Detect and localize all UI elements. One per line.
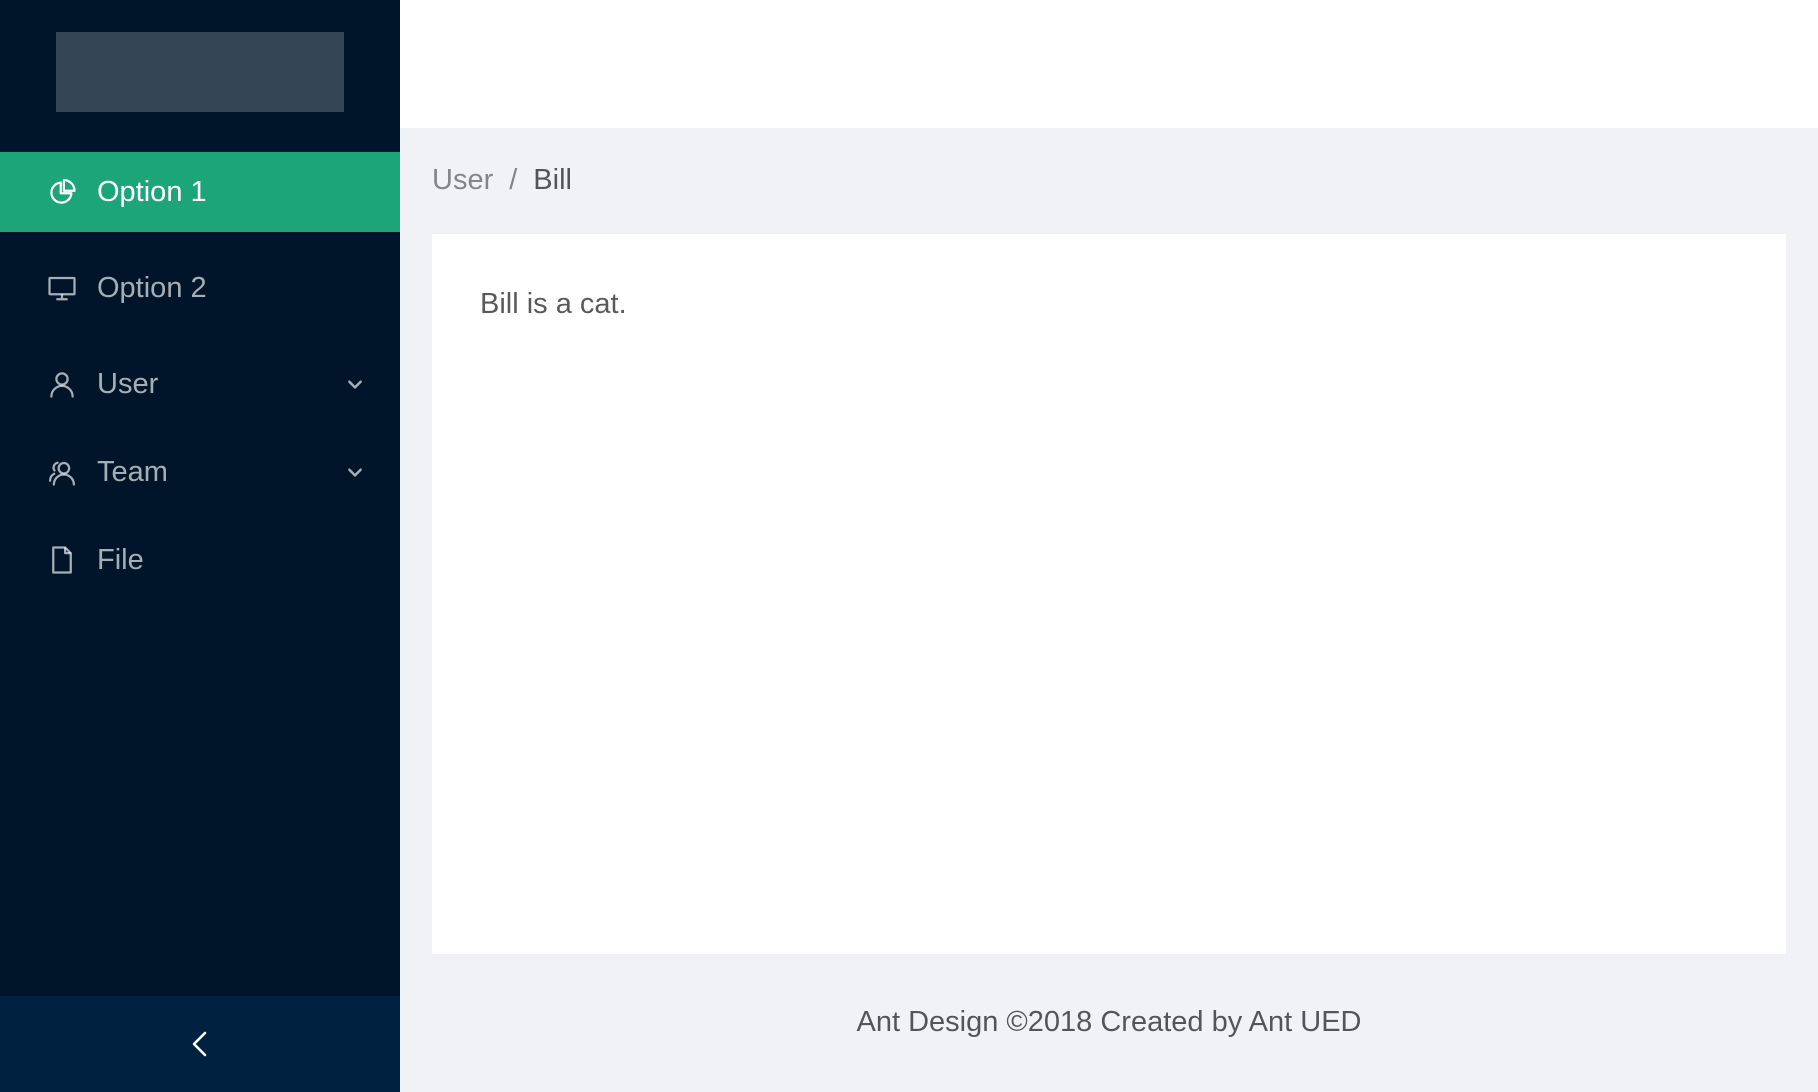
header	[400, 0, 1818, 128]
chevron-down-icon	[348, 380, 362, 389]
breadcrumb-item-user[interactable]: User	[432, 164, 493, 197]
logo-placeholder	[56, 32, 344, 112]
team-icon	[47, 457, 77, 487]
sidebar: Option 1 Option 2 User Team File	[0, 0, 400, 1092]
user-icon	[47, 369, 77, 399]
chevron-down-icon	[348, 468, 362, 477]
pie-chart-icon	[47, 177, 77, 207]
sidebar-menu: Option 1 Option 2 User Team File	[0, 152, 400, 600]
content-text: Bill is a cat.	[480, 288, 627, 320]
desktop-icon	[47, 273, 77, 303]
sidebar-item-label: File	[97, 543, 144, 576]
app-layout: Option 1 Option 2 User Team File User / …	[0, 0, 1818, 1092]
footer-text: Ant Design ©2018 Created by Ant UED	[856, 1006, 1362, 1038]
breadcrumb: User / Bill	[432, 164, 572, 197]
sidebar-item-label: Option 2	[97, 271, 207, 304]
sidebar-item-user[interactable]: User	[0, 344, 400, 424]
chevron-left-icon	[192, 1031, 207, 1057]
sidebar-item-label: Option 1	[97, 175, 207, 208]
content-panel: Bill is a cat.	[432, 234, 1786, 954]
sidebar-item-label: User	[97, 367, 159, 400]
sidebar-item-file[interactable]: File	[0, 520, 400, 600]
main-area: User / Bill Bill is a cat. Ant Design ©2…	[400, 0, 1818, 1092]
footer: Ant Design ©2018 Created by Ant UED	[400, 1006, 1818, 1039]
sidebar-item-label: Team	[97, 455, 168, 488]
file-icon	[47, 545, 77, 575]
collapse-trigger[interactable]	[0, 996, 400, 1092]
sidebar-item-option-1[interactable]: Option 1	[0, 152, 400, 232]
breadcrumb-separator: /	[509, 164, 518, 196]
sidebar-item-option-2[interactable]: Option 2	[0, 248, 400, 328]
breadcrumb-item-bill: Bill	[533, 164, 572, 196]
sidebar-item-team[interactable]: Team	[0, 432, 400, 512]
